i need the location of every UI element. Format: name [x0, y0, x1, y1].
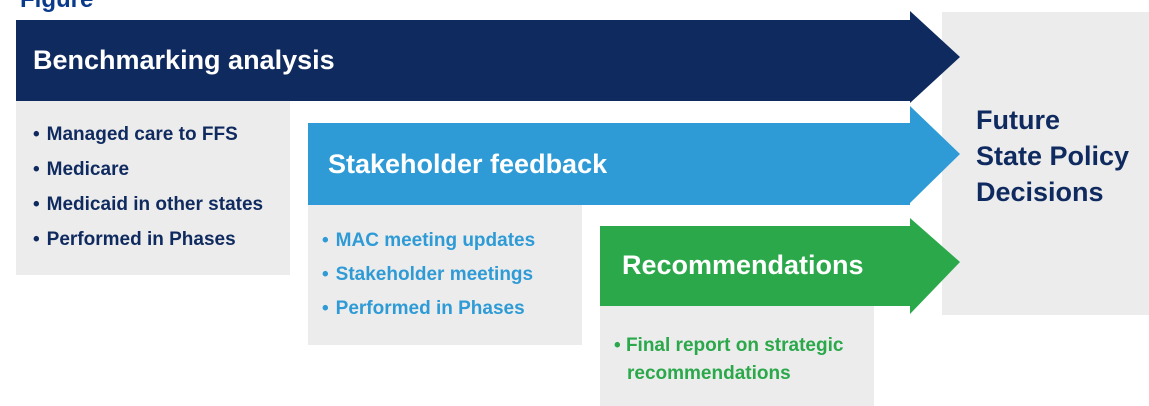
future-line: State Policy — [976, 141, 1130, 171]
bullet-marker: • — [614, 335, 626, 356]
bullet-item: MAC meeting updates — [322, 231, 536, 250]
stakeholder-bullets: MAC meeting updates Stakeholder meetings… — [322, 231, 536, 318]
bullet-item: Managed care to FFS — [33, 125, 263, 144]
future-line: Decisions — [976, 177, 1104, 207]
recommendations-bullets: • Final report on strategic recommendati… — [614, 332, 843, 388]
bullet-item: Performed in Phases — [322, 299, 535, 318]
bullet-item: • Final report on strategic — [614, 332, 843, 360]
benchmarking-bullets: Managed care to FFS Medicare Medicaid in… — [33, 125, 263, 249]
bullet-continuation: recommendations — [627, 363, 791, 384]
future-line: Future — [976, 105, 1060, 135]
bullet-item: Stakeholder meetings — [322, 265, 535, 284]
bullet-item: Medicare — [33, 160, 263, 179]
bullet-item: Medicaid in other states — [33, 195, 263, 214]
future-state-policy-decisions: Future State Policy Decisions — [976, 102, 1129, 210]
recommendations-title: Recommendations — [622, 250, 864, 280]
stakeholder-title: Stakeholder feedback — [328, 149, 608, 179]
bullet-text: Final report on strategic — [625, 335, 844, 356]
benchmarking-title: Benchmarking analysis — [33, 45, 335, 75]
bullet-item: Performed in Phases — [33, 230, 263, 249]
